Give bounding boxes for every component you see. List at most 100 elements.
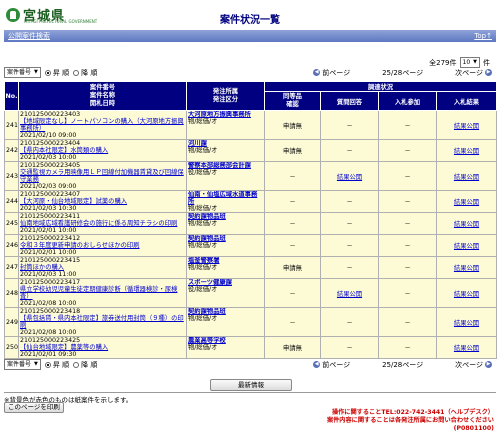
- question-answer-value[interactable]: 結果公開: [337, 291, 362, 298]
- table-row: 243 210125000223405 交通監視カメラ用映像用ＬＰ回線付加機器賃貸及…: [4, 161, 497, 191]
- table-row: 246 210125000223412 令和３年度更新申請のおしらせほかの印刷 202…: [4, 234, 497, 257]
- dept-link[interactable]: 契約課物品班: [188, 236, 263, 243]
- footer-divider: [4, 392, 496, 393]
- case-cell: 210125000223404 【県内本社限定】水筒類の購入 2021/02/03 …: [18, 139, 187, 162]
- dept-link[interactable]: 仙南・仙塩広域水道事務所: [188, 192, 263, 206]
- bid-result-link[interactable]: 結果公開: [454, 199, 479, 206]
- dept-link[interactable]: 河川課: [188, 141, 263, 148]
- row-number: 244: [4, 190, 19, 213]
- next-page-button[interactable]: 次ページ ▶: [455, 360, 492, 370]
- sort-select[interactable]: 案件番号 ▼: [4, 67, 41, 78]
- dept-link[interactable]: 大河原地方振興事務所: [188, 112, 263, 119]
- page-indicator: 25/28ページ: [382, 68, 424, 77]
- arrow-left-icon: ◀: [313, 69, 321, 76]
- bid-result: 結果公開: [436, 190, 497, 213]
- case-name-link[interactable]: 【仙台地域限定】農薬等の購入: [20, 344, 185, 351]
- case-cell: 210125000223418 【県包括賃・県内本社限定】旅券送付用封筒（９種）の…: [18, 307, 187, 337]
- bid-participation: －: [378, 212, 437, 235]
- case-name-link[interactable]: 【県内本社限定】水筒類の購入: [20, 147, 185, 154]
- row-number: 246: [4, 234, 19, 257]
- order-type: 物/総価/オ: [188, 147, 218, 154]
- prev-page-button[interactable]: ◀ 前ページ: [313, 68, 350, 78]
- case-name-link[interactable]: 交通監視カメラ用映像用ＬＰ回線付加機器賃貸及び回線保守業務: [20, 169, 185, 183]
- sort-asc-radio[interactable]: 昇 順: [44, 360, 69, 370]
- bid-result-link[interactable]: 結果公開: [454, 123, 479, 130]
- page-code: (P0801100): [453, 425, 494, 432]
- case-name-link[interactable]: 県立学校幼児児童生徒定期健康診断（循環器検診・尿検査）: [20, 286, 185, 300]
- bid-result-link[interactable]: 結果公開: [454, 345, 479, 352]
- sort-desc-radio[interactable]: 降 順: [73, 360, 97, 370]
- case-name-link[interactable]: 仙南地域広域看護研修会の施行に係る周知チラシの印刷: [20, 220, 185, 227]
- chevron-down-icon: ▼: [473, 59, 477, 65]
- order-type: 物/総価/オ: [188, 205, 218, 212]
- page-title: 案件状況一覧: [220, 15, 280, 26]
- table-row: 249 210125000223418 【県包括賃・県内本社限定】旅券送付用封筒（９…: [4, 307, 497, 337]
- dept-cell: 契約課物品班 物/総価/オ: [186, 307, 265, 337]
- bid-result: 結果公開: [436, 139, 497, 162]
- question-answer-value[interactable]: 結果公開: [337, 174, 362, 181]
- table-row: 242 210125000223404 【県内本社限定】水筒類の購入 2021/02/…: [4, 139, 497, 162]
- opening-date: 2021/02/08 10:00: [20, 329, 77, 336]
- row-number: 245: [4, 212, 19, 235]
- opening-date: 2021/02/03 10:30: [20, 205, 77, 212]
- order-type: 物/総価/オ: [188, 344, 218, 351]
- bid-result-link[interactable]: 結果公開: [454, 243, 479, 250]
- dept-link[interactable]: 警察本部総務部会計課: [188, 163, 263, 170]
- case-name-link[interactable]: 【地域限定なし】ノートパソコンの購入（大河原地方振興事務所）: [20, 118, 185, 132]
- row-number: 250: [4, 336, 19, 359]
- bid-result-link[interactable]: 結果公開: [454, 174, 479, 181]
- bid-result-link[interactable]: 結果公開: [454, 221, 479, 228]
- case-cell: 210125000223415 封筒ほかの購入 2021/02/03 11:00: [18, 256, 187, 279]
- bid-result: 結果公開: [436, 161, 497, 191]
- bid-result-link[interactable]: 結果公開: [454, 148, 479, 155]
- case-number: 210125000223403: [20, 111, 81, 119]
- bid-result-link[interactable]: 結果公開: [454, 320, 479, 327]
- case-cell: 210125000223417 県立学校幼児児童生徒定期健康診断（循環器検診・尿検…: [18, 278, 187, 308]
- dept-link[interactable]: スポーツ健康課: [188, 280, 263, 287]
- equivalent-check: －: [264, 190, 321, 213]
- bid-result-link[interactable]: 結果公開: [454, 265, 479, 272]
- bid-result: 結果公開: [436, 212, 497, 235]
- opening-date: 2021/02/01 10:00: [20, 227, 77, 234]
- case-name-link[interactable]: 令和３年度更新申請のおしらせほかの印刷: [20, 242, 185, 249]
- nav-bar: 公開案件検索 Top↑: [4, 30, 496, 42]
- arrow-right-icon: ▶: [485, 361, 492, 368]
- dept-cell: 契約課物品班 物/総価/オ: [186, 234, 265, 257]
- case-number: 210125000223417: [20, 279, 81, 287]
- latest-info-button[interactable]: 最新情報: [210, 379, 292, 391]
- list-controls-bottom: 案件番号 ▼ 昇 順 降 順 ◀ 前ページ 25/28ページ 次ページ ▶: [4, 359, 492, 370]
- bid-participation: －: [378, 190, 437, 213]
- bid-result: 結果公開: [436, 336, 497, 359]
- bid-result-link[interactable]: 結果公開: [454, 291, 479, 298]
- order-type: 物/総価/オ: [188, 242, 218, 249]
- bid-result: 結果公開: [436, 278, 497, 308]
- next-page-button[interactable]: 次ページ ▶: [455, 68, 492, 78]
- dept-cell: 警察本部総務部会計課 役/総価/オ: [186, 161, 265, 191]
- question-answer: －: [320, 256, 379, 279]
- sort-desc-radio[interactable]: 降 順: [73, 68, 97, 78]
- breadcrumb-link[interactable]: 公開案件検索: [8, 31, 50, 41]
- row-number: 243: [4, 161, 19, 191]
- top-link[interactable]: Top↑: [474, 32, 492, 40]
- table-row: 244 210125000223407 【大河原・仙台地域限定】試薬の購入 2021/…: [4, 190, 497, 213]
- case-name-link[interactable]: 【県包括賃・県内本社限定】旅券送付用封筒（９種）の印刷: [20, 315, 185, 329]
- dept-link[interactable]: 契約課物品班: [188, 309, 263, 316]
- case-name-link[interactable]: 封筒ほかの購入: [20, 264, 185, 271]
- case-name-link[interactable]: 【大河原・仙台地域限定】試薬の購入: [20, 198, 185, 205]
- dept-link[interactable]: 農業高等学校: [188, 338, 263, 345]
- prev-page-button[interactable]: ◀ 前ページ: [313, 360, 350, 370]
- question-answer-value: －: [346, 221, 353, 228]
- header-case: 案件番号 案件名称 開札日時: [18, 81, 187, 111]
- print-page-button[interactable]: このページを印刷: [4, 402, 64, 413]
- sort-asc-radio[interactable]: 昇 順: [44, 68, 69, 78]
- header-entry: 同等品 確認: [264, 91, 321, 111]
- chevron-down-icon: ▼: [34, 361, 38, 367]
- dept-link[interactable]: 塩釜警察署: [188, 258, 263, 265]
- sort-select[interactable]: 案件番号 ▼: [4, 359, 41, 370]
- question-answer-value: －: [346, 319, 353, 327]
- opening-date: 2021/02/03 09:00: [20, 183, 77, 190]
- dept-cell: 契約課物品班 物/総価/オ: [186, 212, 265, 235]
- case-cell: 210125000223412 令和３年度更新申請のおしらせほかの印刷 2021/0…: [18, 234, 187, 257]
- dept-cell: 河川課 物/総価/オ: [186, 139, 265, 162]
- dept-link[interactable]: 契約課物品班: [188, 214, 263, 221]
